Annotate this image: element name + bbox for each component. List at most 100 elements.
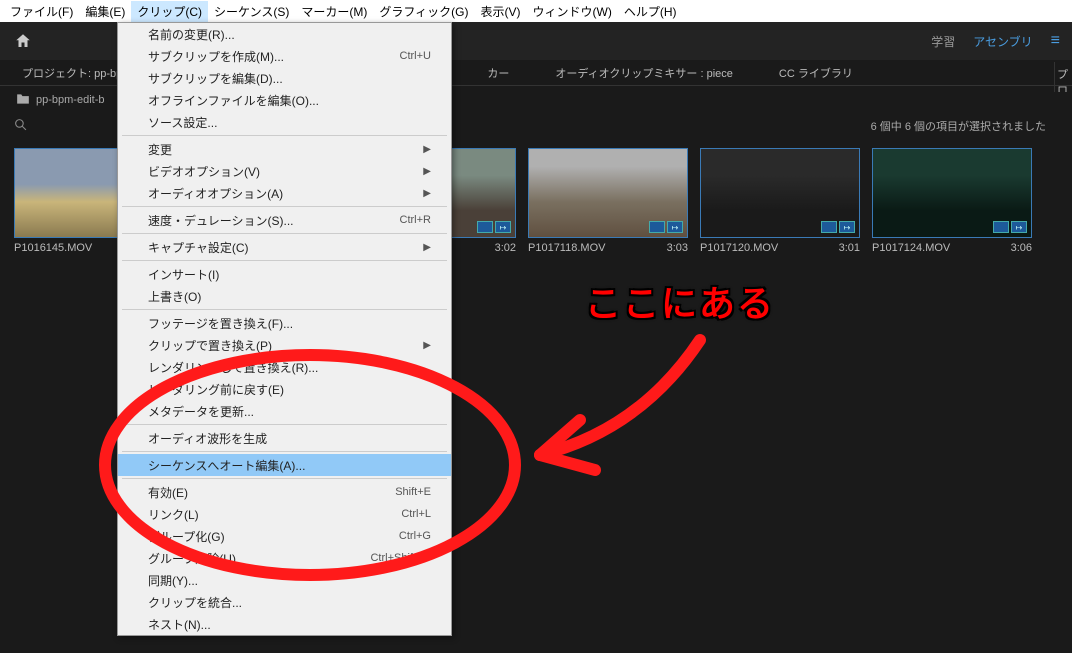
- menu-item-label: リンク(L): [148, 506, 199, 523]
- menu-item-label: 上書き(O): [148, 288, 201, 305]
- menu-item[interactable]: グループ解除(U) Ctrl+Shift+G: [118, 547, 451, 569]
- menu-item[interactable]: 変更▶: [118, 138, 451, 160]
- menu-item[interactable]: レンダリングして置き換え(R)...: [118, 356, 451, 378]
- selection-info: 6 個中 6 個の項目が選択されました: [871, 118, 1046, 134]
- menu-shortcut: Ctrl+Shift+G: [370, 552, 431, 564]
- menu-item-label: グループ解除(U): [148, 550, 236, 567]
- menu-file[interactable]: ファイル(F): [4, 1, 79, 22]
- menu-item[interactable]: 上書き(O): [118, 285, 451, 307]
- home-icon[interactable]: [12, 30, 34, 52]
- menu-edit[interactable]: 編集(E): [79, 1, 131, 22]
- menu-item[interactable]: 速度・デュレーション(S)...Ctrl+R: [118, 209, 451, 231]
- menu-item-label: レンダリングして置き換え(R)...: [148, 359, 318, 376]
- thumbnail-image: ↦: [528, 148, 688, 238]
- menu-item[interactable]: ビデオオプション(V)▶: [118, 160, 451, 182]
- menu-item-label: 同期(Y)...: [148, 572, 198, 589]
- menu-separator: [122, 424, 447, 425]
- menu-item-label: ネスト(N)...: [148, 616, 211, 633]
- menu-sequence[interactable]: シーケンス(S): [208, 1, 295, 22]
- menu-item[interactable]: インサート(I): [118, 263, 451, 285]
- menu-item-label: オーディオオプション(A): [148, 185, 283, 202]
- tab-audio-mixer[interactable]: オーディオクリップミキサー : piece: [547, 61, 740, 85]
- menu-item-label: インサート(I): [148, 266, 219, 283]
- menu-item-label: 変更: [148, 141, 172, 158]
- menu-separator: [122, 233, 447, 234]
- menu-shortcut: Ctrl+L: [401, 508, 431, 520]
- menu-item-label: フッテージを置き換え(F)...: [148, 315, 293, 332]
- menu-item[interactable]: クリップを統合...: [118, 591, 451, 613]
- menu-item-label: ソース設定...: [148, 114, 217, 131]
- menu-item[interactable]: フッテージを置き換え(F)...: [118, 312, 451, 334]
- menu-shortcut: Ctrl+U: [400, 50, 431, 62]
- clip-duration: 3:06: [1011, 242, 1032, 254]
- submenu-arrow-icon: ▶: [423, 166, 431, 177]
- thumbnail-item[interactable]: ↦ P1017120.MOV 3:01: [700, 148, 860, 254]
- clip-duration: 3:01: [839, 242, 860, 254]
- menu-item-label: 名前の変更(R)...: [148, 26, 235, 43]
- menu-item-label: グループ化(G): [148, 528, 225, 545]
- menu-item[interactable]: 名前の変更(R)...: [118, 23, 451, 45]
- menu-separator: [122, 451, 447, 452]
- menu-item[interactable]: クリップで置き換え(P) ▶: [118, 334, 451, 356]
- menu-item[interactable]: オーディオオプション(A)▶: [118, 182, 451, 204]
- clip-name: P1016145.MOV: [14, 242, 92, 254]
- annotation-text: ここにある: [585, 275, 775, 327]
- menu-window[interactable]: ウィンドウ(W): [527, 1, 618, 22]
- thumbnail-item[interactable]: ↦ P1017124.MOV 3:06: [872, 148, 1032, 254]
- menu-item[interactable]: メタデータを更新...: [118, 400, 451, 422]
- menu-separator: [122, 135, 447, 136]
- folder-icon: [16, 93, 30, 108]
- menubar: ファイル(F) 編集(E) クリップ(C) シーケンス(S) マーカー(M) グ…: [0, 0, 1072, 22]
- menu-item[interactable]: ネスト(N)...: [118, 613, 451, 635]
- clip-duration: 3:03: [667, 242, 688, 254]
- menu-item[interactable]: 同期(Y)...: [118, 569, 451, 591]
- menu-item[interactable]: 有効(E) Shift+E: [118, 481, 451, 503]
- menu-item[interactable]: グループ化(G)Ctrl+G: [118, 525, 451, 547]
- menu-item[interactable]: サブクリップを作成(M)... Ctrl+U: [118, 45, 451, 67]
- menu-separator: [122, 309, 447, 310]
- menu-item[interactable]: キャプチャ設定(C)▶: [118, 236, 451, 258]
- menu-item-label: サブクリップを編集(D)...: [148, 70, 283, 87]
- search-icon[interactable]: [14, 118, 27, 134]
- menu-marker[interactable]: マーカー(M): [295, 1, 373, 22]
- tab-cc-library[interactable]: CC ライブラリ: [771, 61, 861, 85]
- menu-separator: [122, 478, 447, 479]
- menu-separator: [122, 260, 447, 261]
- menu-item-label: メタデータを更新...: [148, 403, 254, 420]
- menu-item[interactable]: リンク(L) Ctrl+L: [118, 503, 451, 525]
- menu-shortcut: Shift+E: [395, 486, 431, 498]
- thumbnail-image: ↦: [700, 148, 860, 238]
- menu-item-label: レンダリング前に戻す(E): [148, 381, 284, 398]
- menu-help[interactable]: ヘルプ(H): [618, 1, 683, 22]
- clip-name: P1017118.MOV: [528, 242, 605, 254]
- menu-item-label: オーディオ波形を生成: [148, 430, 267, 447]
- workspace-menu-icon[interactable]: ≡: [1051, 32, 1060, 50]
- menu-item-label: シーケンスへオート編集(A)...: [148, 457, 305, 474]
- menu-item[interactable]: シーケンスへオート編集(A)...: [118, 454, 451, 476]
- menu-item-label: 有効(E): [148, 484, 188, 501]
- menu-item[interactable]: オフラインファイルを編集(O)...: [118, 89, 451, 111]
- thumbnail-image: ↦: [872, 148, 1032, 238]
- breadcrumb-text[interactable]: pp-bpm-edit-b: [36, 94, 104, 106]
- workspace-learn[interactable]: 学習: [931, 33, 955, 50]
- thumbnail-item[interactable]: ↦ P1017118.MOV 3:03: [528, 148, 688, 254]
- menu-clip[interactable]: クリップ(C): [131, 1, 208, 22]
- clip-duration: 3:02: [495, 242, 516, 254]
- clip-name: P1017124.MOV: [872, 242, 950, 254]
- clip-menu-dropdown: 名前の変更(R)... サブクリップを作成(M)... Ctrl+U サブクリップを編…: [117, 22, 452, 636]
- menu-graphic[interactable]: グラフィック(G): [373, 1, 474, 22]
- submenu-arrow-icon: ▶: [423, 340, 431, 351]
- menu-item[interactable]: サブクリップを編集(D)...: [118, 67, 451, 89]
- menu-item-label: キャプチャ設定(C): [148, 239, 249, 256]
- menu-item[interactable]: ソース設定...: [118, 111, 451, 133]
- menu-item-label: クリップで置き換え(P): [148, 337, 272, 354]
- menu-item-label: サブクリップを作成(M)...: [148, 48, 284, 65]
- tab-marker[interactable]: カー: [479, 61, 517, 85]
- menu-item-label: クリップを統合...: [148, 594, 242, 611]
- workspace-assembly[interactable]: アセンブリ: [973, 33, 1032, 50]
- clip-name: P1017120.MOV: [700, 242, 778, 254]
- menu-shortcut: Ctrl+R: [400, 214, 431, 226]
- menu-item[interactable]: オーディオ波形を生成: [118, 427, 451, 449]
- menu-view[interactable]: 表示(V): [475, 1, 527, 22]
- menu-item[interactable]: レンダリング前に戻す(E): [118, 378, 451, 400]
